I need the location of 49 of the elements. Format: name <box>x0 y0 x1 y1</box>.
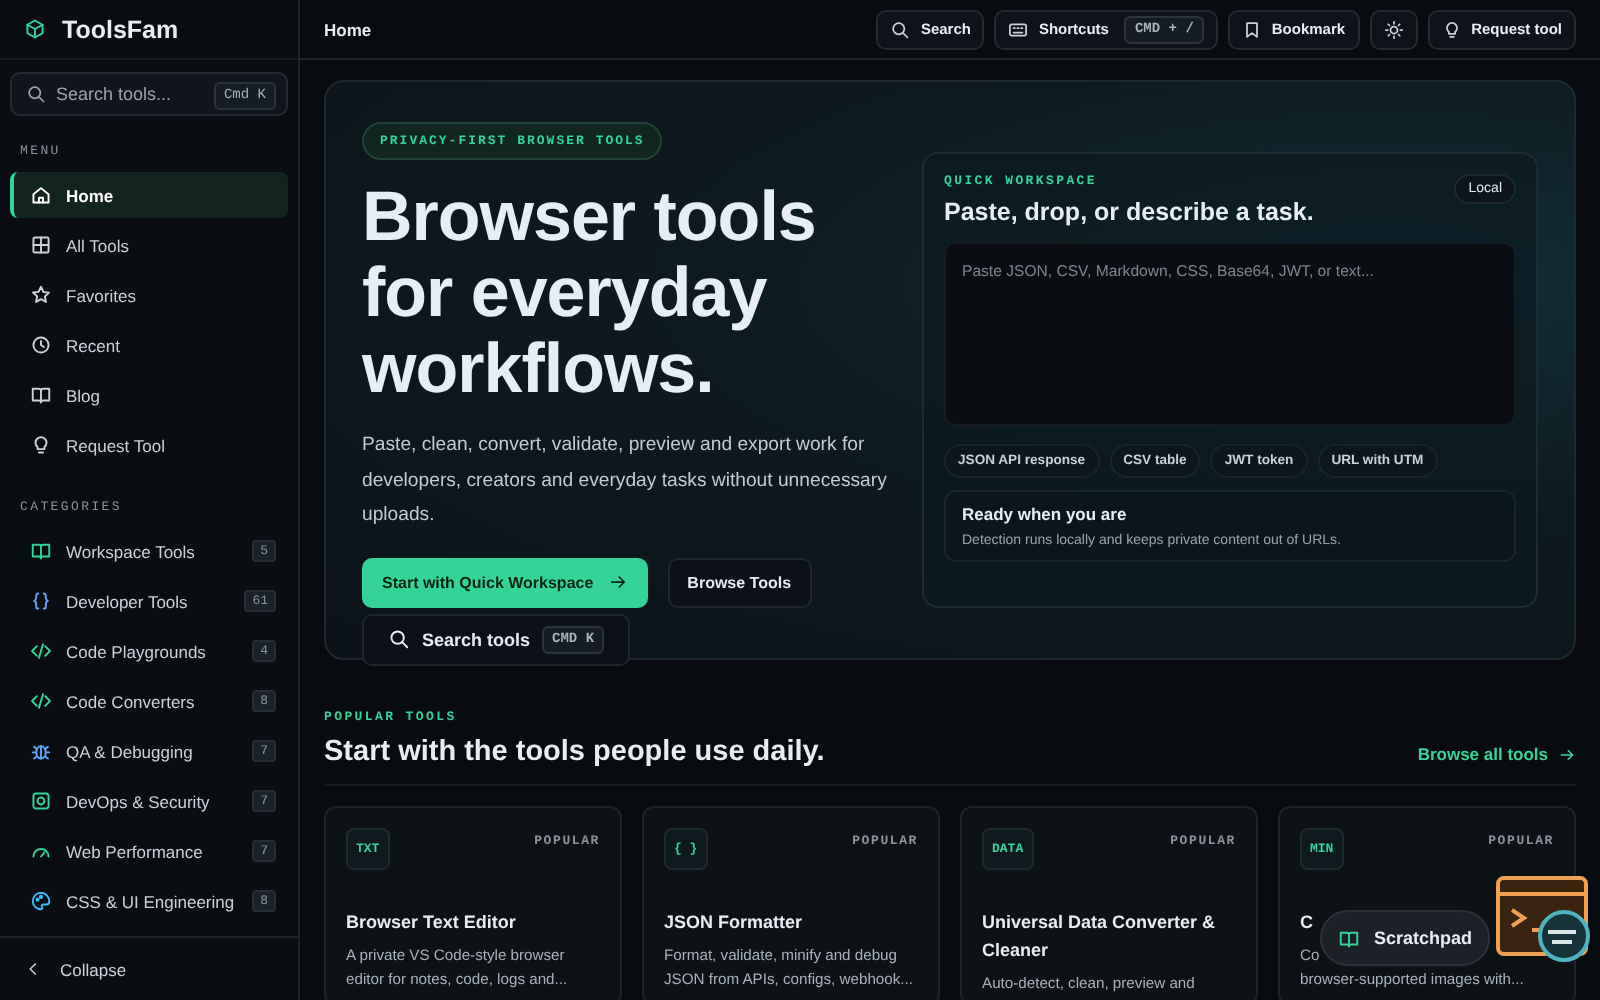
code-icon <box>30 690 52 712</box>
hero-description: Paste, clean, convert, validate, preview and export work for developers, creators and everyday tasks without unnecessary uploads. <box>362 432 889 530</box>
hero-headline: Browser tools for everyday workflows. <box>362 180 818 408</box>
book-icon <box>30 384 52 406</box>
home-icon <box>30 184 52 206</box>
nav-item[interactable]: Favorites <box>10 272 288 318</box>
lightbulb-icon <box>30 434 52 456</box>
search-icon <box>890 19 911 39</box>
bookmark-icon <box>1241 19 1262 39</box>
tool-title: JSON Formatter <box>664 910 805 936</box>
arrow-right-icon <box>1558 745 1576 763</box>
lightbulb-icon <box>1441 19 1462 39</box>
nav-item[interactable]: All Tools <box>10 222 288 268</box>
tool-title: C <box>1300 910 1315 936</box>
cube-icon <box>24 18 46 40</box>
status-title: Ready when you are <box>962 504 1129 524</box>
terminal-window-icon[interactable] <box>1496 876 1592 968</box>
bug-icon <box>30 740 52 762</box>
primary-button[interactable]: Start with Quick Workspace <box>362 557 648 607</box>
browse-button[interactable]: Browse Tools <box>667 557 812 607</box>
sun-icon <box>1383 19 1404 39</box>
page-title: Home <box>324 19 374 39</box>
book-icon <box>30 540 52 562</box>
nav-item[interactable]: Recent <box>10 322 288 368</box>
nav-item[interactable]: Home <box>10 172 288 218</box>
grid-icon <box>30 234 52 256</box>
section-title: Start with the tools people use daily. <box>324 736 825 768</box>
keyboard-icon <box>1008 19 1029 39</box>
theme-toggle[interactable] <box>1369 9 1418 49</box>
palette-icon <box>30 890 52 912</box>
tool-title: Universal Data Converter & Cleaner <box>982 910 1218 964</box>
star-icon <box>30 284 52 306</box>
nav-item[interactable]: Blog <box>10 372 288 418</box>
nav-item[interactable]: Request Tool <box>10 422 288 468</box>
chevron-left-icon <box>24 960 42 978</box>
server-icon <box>30 790 52 812</box>
code-icon <box>30 640 52 662</box>
arrow-right-icon <box>607 572 628 592</box>
collapse-button[interactable]: Collapse <box>0 936 298 1000</box>
scratchpad-button[interactable]: Scratchpad <box>1320 910 1491 966</box>
brand-name: ToolsFam <box>62 15 179 43</box>
book-icon <box>1338 927 1360 949</box>
clock-icon <box>30 334 52 356</box>
search-icon <box>388 628 410 650</box>
tool-title: Browser Text Editor <box>346 910 518 936</box>
search-icon <box>26 84 46 104</box>
workspace-title: Paste, drop, or describe a task. <box>944 198 1314 226</box>
browse-all-link[interactable]: Browse all tools <box>1417 744 1576 764</box>
braces-icon <box>30 590 52 612</box>
